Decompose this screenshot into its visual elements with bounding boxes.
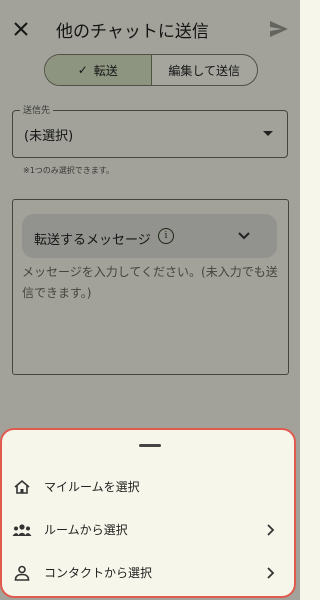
sheet-item-label: マイルームを選択 [44,480,140,494]
home-icon [14,479,30,494]
sheet-item-label: コンタクトから選択 [44,566,153,580]
group-icon [12,524,32,536]
chevron-right-icon [267,524,275,536]
app-root: 他のチャットに送信 ✓ 転送 編集して送信 送信先 (未選択) ※1つのみ選択で… [0,0,300,600]
sheet-item-contact[interactable]: コンタクトから選択 [0,553,296,593]
sheet-drag-handle[interactable] [139,444,161,447]
sheet-item-my-room[interactable]: マイルームを選択 [0,467,296,507]
person-icon [14,565,30,581]
sheet-item-label: ルームから選択 [44,523,128,537]
chevron-right-icon [267,567,275,579]
sheet-item-room[interactable]: ルームから選択 [0,510,296,550]
